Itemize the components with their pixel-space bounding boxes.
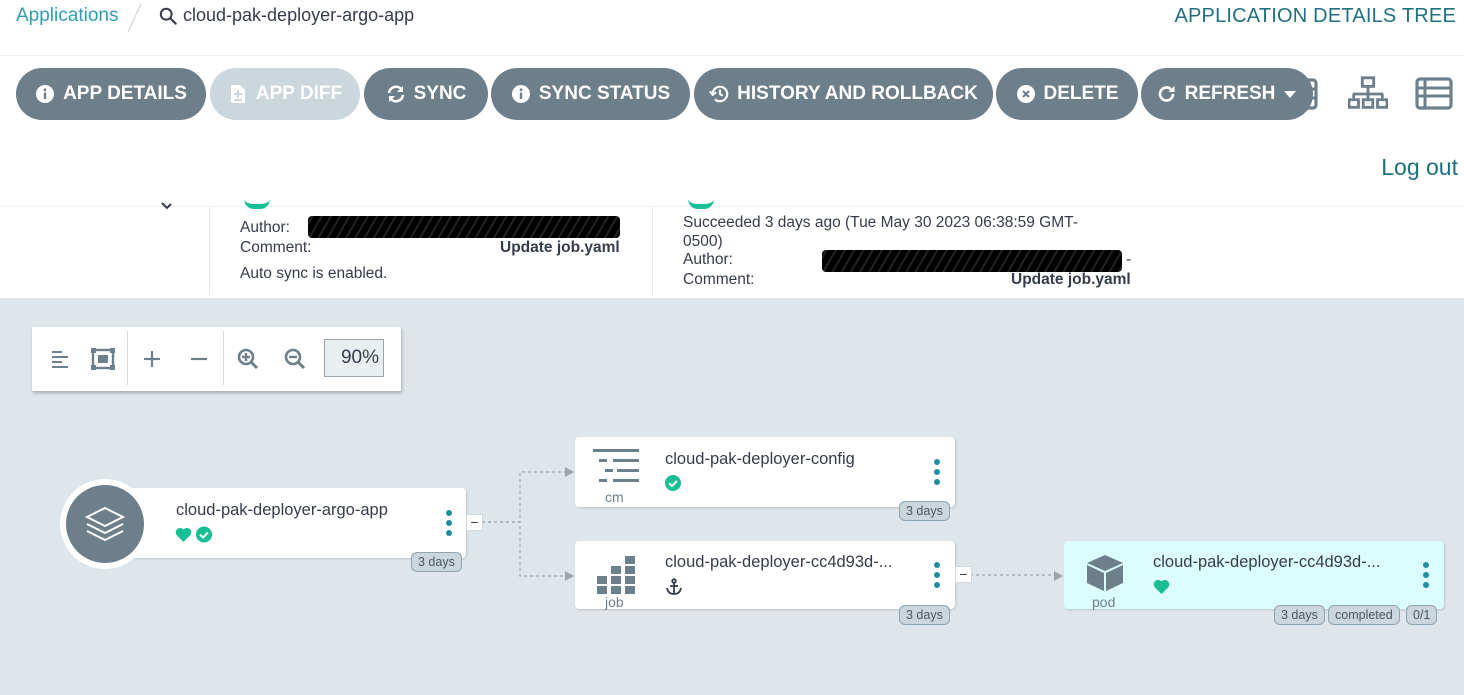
app-node[interactable]: cloud-pak-deployer-argo-app	[100, 488, 466, 558]
node-kind: cm	[605, 489, 624, 505]
pod-state-badge: completed	[1328, 605, 1400, 625]
fit-screen-icon[interactable]	[89, 345, 117, 373]
refresh-button[interactable]: REFRESH	[1141, 68, 1313, 120]
node-menu-icon[interactable]	[933, 459, 941, 487]
graph-toolbar: 90%	[32, 327, 401, 391]
check-circle-icon	[665, 475, 681, 491]
heart-icon	[1153, 579, 1170, 594]
job-icon	[597, 556, 635, 594]
configmap-icon	[593, 449, 639, 482]
node-name: cloud-pak-deployer-config	[665, 450, 855, 468]
refresh-icon	[1157, 84, 1177, 104]
app-icon-ring	[60, 479, 150, 569]
age-badge: 3 days	[411, 552, 462, 572]
age-badge: 3 days	[1274, 605, 1325, 625]
node-menu-icon[interactable]	[445, 510, 453, 538]
node-name: cloud-pak-deployer-cc4d93d-...	[1153, 553, 1381, 571]
node-name: cloud-pak-deployer-argo-app	[176, 501, 388, 519]
node-menu-icon[interactable]	[933, 562, 941, 590]
anchor-icon	[666, 578, 682, 595]
age-badge: 3 days	[899, 501, 950, 521]
zoom-level-input[interactable]: 90%	[324, 339, 384, 377]
configmap-node[interactable]: cm cloud-pak-deployer-config	[575, 437, 955, 507]
collapse-all-icon[interactable]	[185, 345, 213, 373]
job-node[interactable]: job cloud-pak-deployer-cc4d93d-...	[575, 541, 955, 610]
zoom-out-icon[interactable]	[281, 345, 309, 373]
caret-down-icon	[1283, 84, 1297, 104]
node-name: cloud-pak-deployer-cc4d93d-...	[665, 553, 893, 571]
heart-icon	[175, 527, 192, 542]
align-left-icon[interactable]	[46, 345, 74, 373]
age-badge: 3 days	[899, 605, 950, 625]
pod-ready-badge: 0/1	[1406, 605, 1438, 625]
layers-icon	[66, 485, 144, 563]
toolbar-divider	[223, 331, 224, 385]
check-circle-icon	[196, 526, 212, 543]
collapse-toggle[interactable]: −	[466, 514, 483, 531]
refresh-label: REFRESH	[1184, 83, 1276, 104]
app-health-status	[175, 526, 212, 543]
node-kind: job	[605, 594, 624, 610]
node-menu-icon[interactable]	[1422, 562, 1430, 590]
toolbar-divider	[127, 331, 128, 385]
collapse-toggle[interactable]: −	[955, 566, 972, 583]
node-kind: pod	[1092, 594, 1116, 610]
zoom-in-icon[interactable]	[234, 345, 262, 373]
expand-all-icon[interactable]	[138, 345, 166, 373]
pod-icon	[1087, 555, 1123, 591]
pod-node[interactable]: pod cloud-pak-deployer-cc4d93d-...	[1064, 541, 1444, 610]
